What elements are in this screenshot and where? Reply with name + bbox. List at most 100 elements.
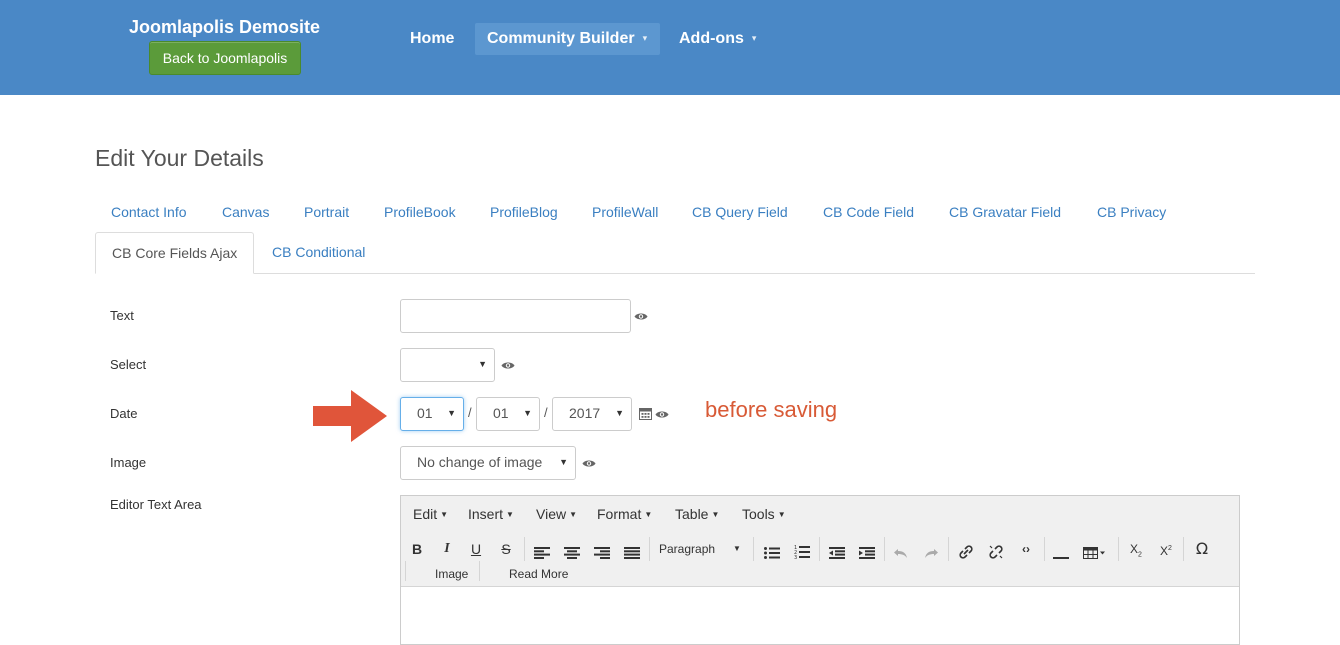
chevron-down-icon: ▼ [777, 510, 786, 519]
nav-home[interactable]: Home [410, 23, 454, 55]
menu-tools[interactable]: Tools ▼ [742, 506, 786, 522]
page-title: Edit Your Details [95, 145, 264, 171]
tabs-row-2: CB Core Fields Ajax CB Conditional [95, 232, 695, 274]
toolbar-divider [524, 537, 525, 561]
chevron-down-icon: ▼ [733, 544, 741, 553]
nav-add-ons-label: Add-ons [679, 30, 744, 47]
date-month-select[interactable]: 01 ▼ [476, 397, 540, 431]
chevron-down-icon: ▼ [711, 510, 720, 519]
arrow-annotation-icon [313, 390, 387, 442]
editor-toolbar: B I U S Paragraph ▼ 123 ‹› X2 X2 Ω Image [401, 531, 1239, 587]
annotation-before-saving: before saving [705, 397, 838, 422]
rich-text-editor: Edit ▼ Insert ▼ View ▼ Format ▼ Table ▼ Tools… [400, 495, 1240, 645]
toolbar-divider [1118, 537, 1119, 561]
align-right-icon[interactable] [594, 543, 610, 563]
svg-text:3: 3 [794, 555, 797, 561]
select-dropdown[interactable]: ▼ [400, 348, 495, 382]
align-justify-icon[interactable] [624, 543, 640, 563]
toolbar-divider [1044, 537, 1045, 561]
menu-table-label: Table [675, 506, 709, 522]
select-field-label: Select [110, 357, 147, 372]
undo-icon[interactable] [894, 543, 908, 563]
text-input[interactable] [400, 299, 631, 333]
eye-icon[interactable] [634, 312, 648, 321]
redo-icon[interactable] [924, 543, 938, 563]
eye-icon[interactable] [501, 361, 515, 370]
tab-profilebook[interactable]: ProfileBook [368, 192, 472, 232]
format-select[interactable]: Paragraph ▼ [659, 539, 749, 559]
eye-icon[interactable] [582, 459, 596, 468]
nav-community-builder-label: Community Builder [487, 30, 635, 47]
tab-canvas[interactable]: Canvas [206, 192, 285, 232]
eye-icon[interactable] [655, 410, 669, 419]
date-field-label: Date [110, 406, 138, 421]
nav-home-label: Home [410, 30, 455, 47]
toolbar-divider [884, 537, 885, 561]
date-day-select[interactable]: 01 ▼ [400, 397, 464, 431]
table-icon[interactable] [1083, 543, 1107, 563]
indent-icon[interactable] [859, 543, 875, 563]
tab-cb-query-field[interactable]: CB Query Field [676, 192, 804, 232]
bold-icon[interactable]: B [409, 539, 425, 559]
menu-view-label: View [536, 506, 567, 522]
tab-cb-core-fields-ajax[interactable]: CB Core Fields Ajax [95, 232, 255, 274]
back-to-joomlapolis-button[interactable]: Back to Joomlapolis [149, 41, 301, 75]
link-icon[interactable] [958, 542, 974, 562]
chevron-down-icon: ▼ [506, 510, 514, 519]
toolbar-divider [649, 537, 650, 561]
chevron-down-icon: ▼ [644, 510, 653, 519]
bullet-list-icon[interactable] [764, 543, 780, 563]
tab-profilewall[interactable]: ProfileWall [576, 192, 674, 232]
tabs-divider [95, 273, 1255, 274]
read-more-button[interactable]: Read More [509, 567, 568, 581]
nav-community-builder[interactable]: Community Builder ▾ [475, 23, 660, 55]
nav-add-ons[interactable]: Add-ons ▾ [679, 23, 756, 55]
outdent-icon[interactable] [829, 543, 845, 563]
code-icon[interactable]: ‹› [1018, 539, 1034, 559]
toolbar-divider [753, 537, 754, 561]
date-separator: / [468, 405, 472, 420]
menu-format-label: Format [597, 506, 642, 522]
format-select-value: Paragraph [659, 542, 716, 556]
chevron-down-icon: ▼ [440, 510, 449, 519]
tab-portrait[interactable]: Portrait [288, 192, 365, 232]
tab-profileblog[interactable]: ProfileBlog [474, 192, 574, 232]
menu-edit-label: Edit [413, 506, 438, 522]
chevron-down-icon: ▾ [751, 33, 757, 43]
unlink-icon[interactable] [988, 542, 1004, 562]
menu-format[interactable]: Format ▼ [597, 506, 652, 522]
tab-cb-code-field[interactable]: CB Code Field [807, 192, 930, 232]
numbered-list-icon[interactable]: 123 [794, 542, 810, 562]
date-year-select[interactable]: 2017 ▼ [552, 397, 632, 431]
site-header: Joomlapolis Demosite Back to Joomlapolis… [0, 0, 1340, 95]
chevron-down-icon: ▼ [569, 510, 578, 519]
image-select[interactable]: No change of image ▼ [400, 446, 576, 480]
strikethrough-icon[interactable]: S [498, 539, 514, 559]
menu-table[interactable]: Table ▼ [675, 506, 719, 522]
special-character-icon[interactable]: Ω [1193, 539, 1211, 559]
menu-view[interactable]: View ▼ [536, 506, 577, 522]
underline-icon[interactable]: U [468, 539, 484, 559]
subscript-icon[interactable]: X2 [1127, 539, 1145, 559]
horizontal-rule-icon[interactable] [1053, 548, 1069, 568]
align-left-icon[interactable] [534, 543, 550, 563]
image-button[interactable]: Image [435, 567, 468, 581]
calendar-icon[interactable] [639, 407, 652, 420]
menu-tools-label: Tools [742, 506, 775, 522]
site-title[interactable]: Joomlapolis Demosite [129, 17, 320, 38]
tab-cb-conditional[interactable]: CB Conditional [256, 232, 381, 272]
menu-edit[interactable]: Edit ▼ [413, 506, 448, 522]
chevron-down-icon: ▼ [615, 408, 624, 418]
tab-cb-gravatar-field[interactable]: CB Gravatar Field [933, 192, 1077, 232]
superscript-icon[interactable]: X2 [1157, 539, 1175, 559]
chevron-down-icon: ▾ [642, 33, 648, 43]
italic-icon[interactable]: I [439, 539, 455, 559]
align-center-icon[interactable] [564, 543, 580, 563]
tab-cb-privacy[interactable]: CB Privacy [1081, 192, 1182, 232]
editor-content-area[interactable] [401, 588, 1239, 644]
text-field-label: Text [110, 308, 134, 323]
tab-contact-info[interactable]: Contact Info [95, 192, 203, 232]
menu-insert[interactable]: Insert ▼ [468, 506, 514, 522]
toolbar-divider [405, 561, 406, 581]
toolbar-divider [479, 561, 480, 581]
